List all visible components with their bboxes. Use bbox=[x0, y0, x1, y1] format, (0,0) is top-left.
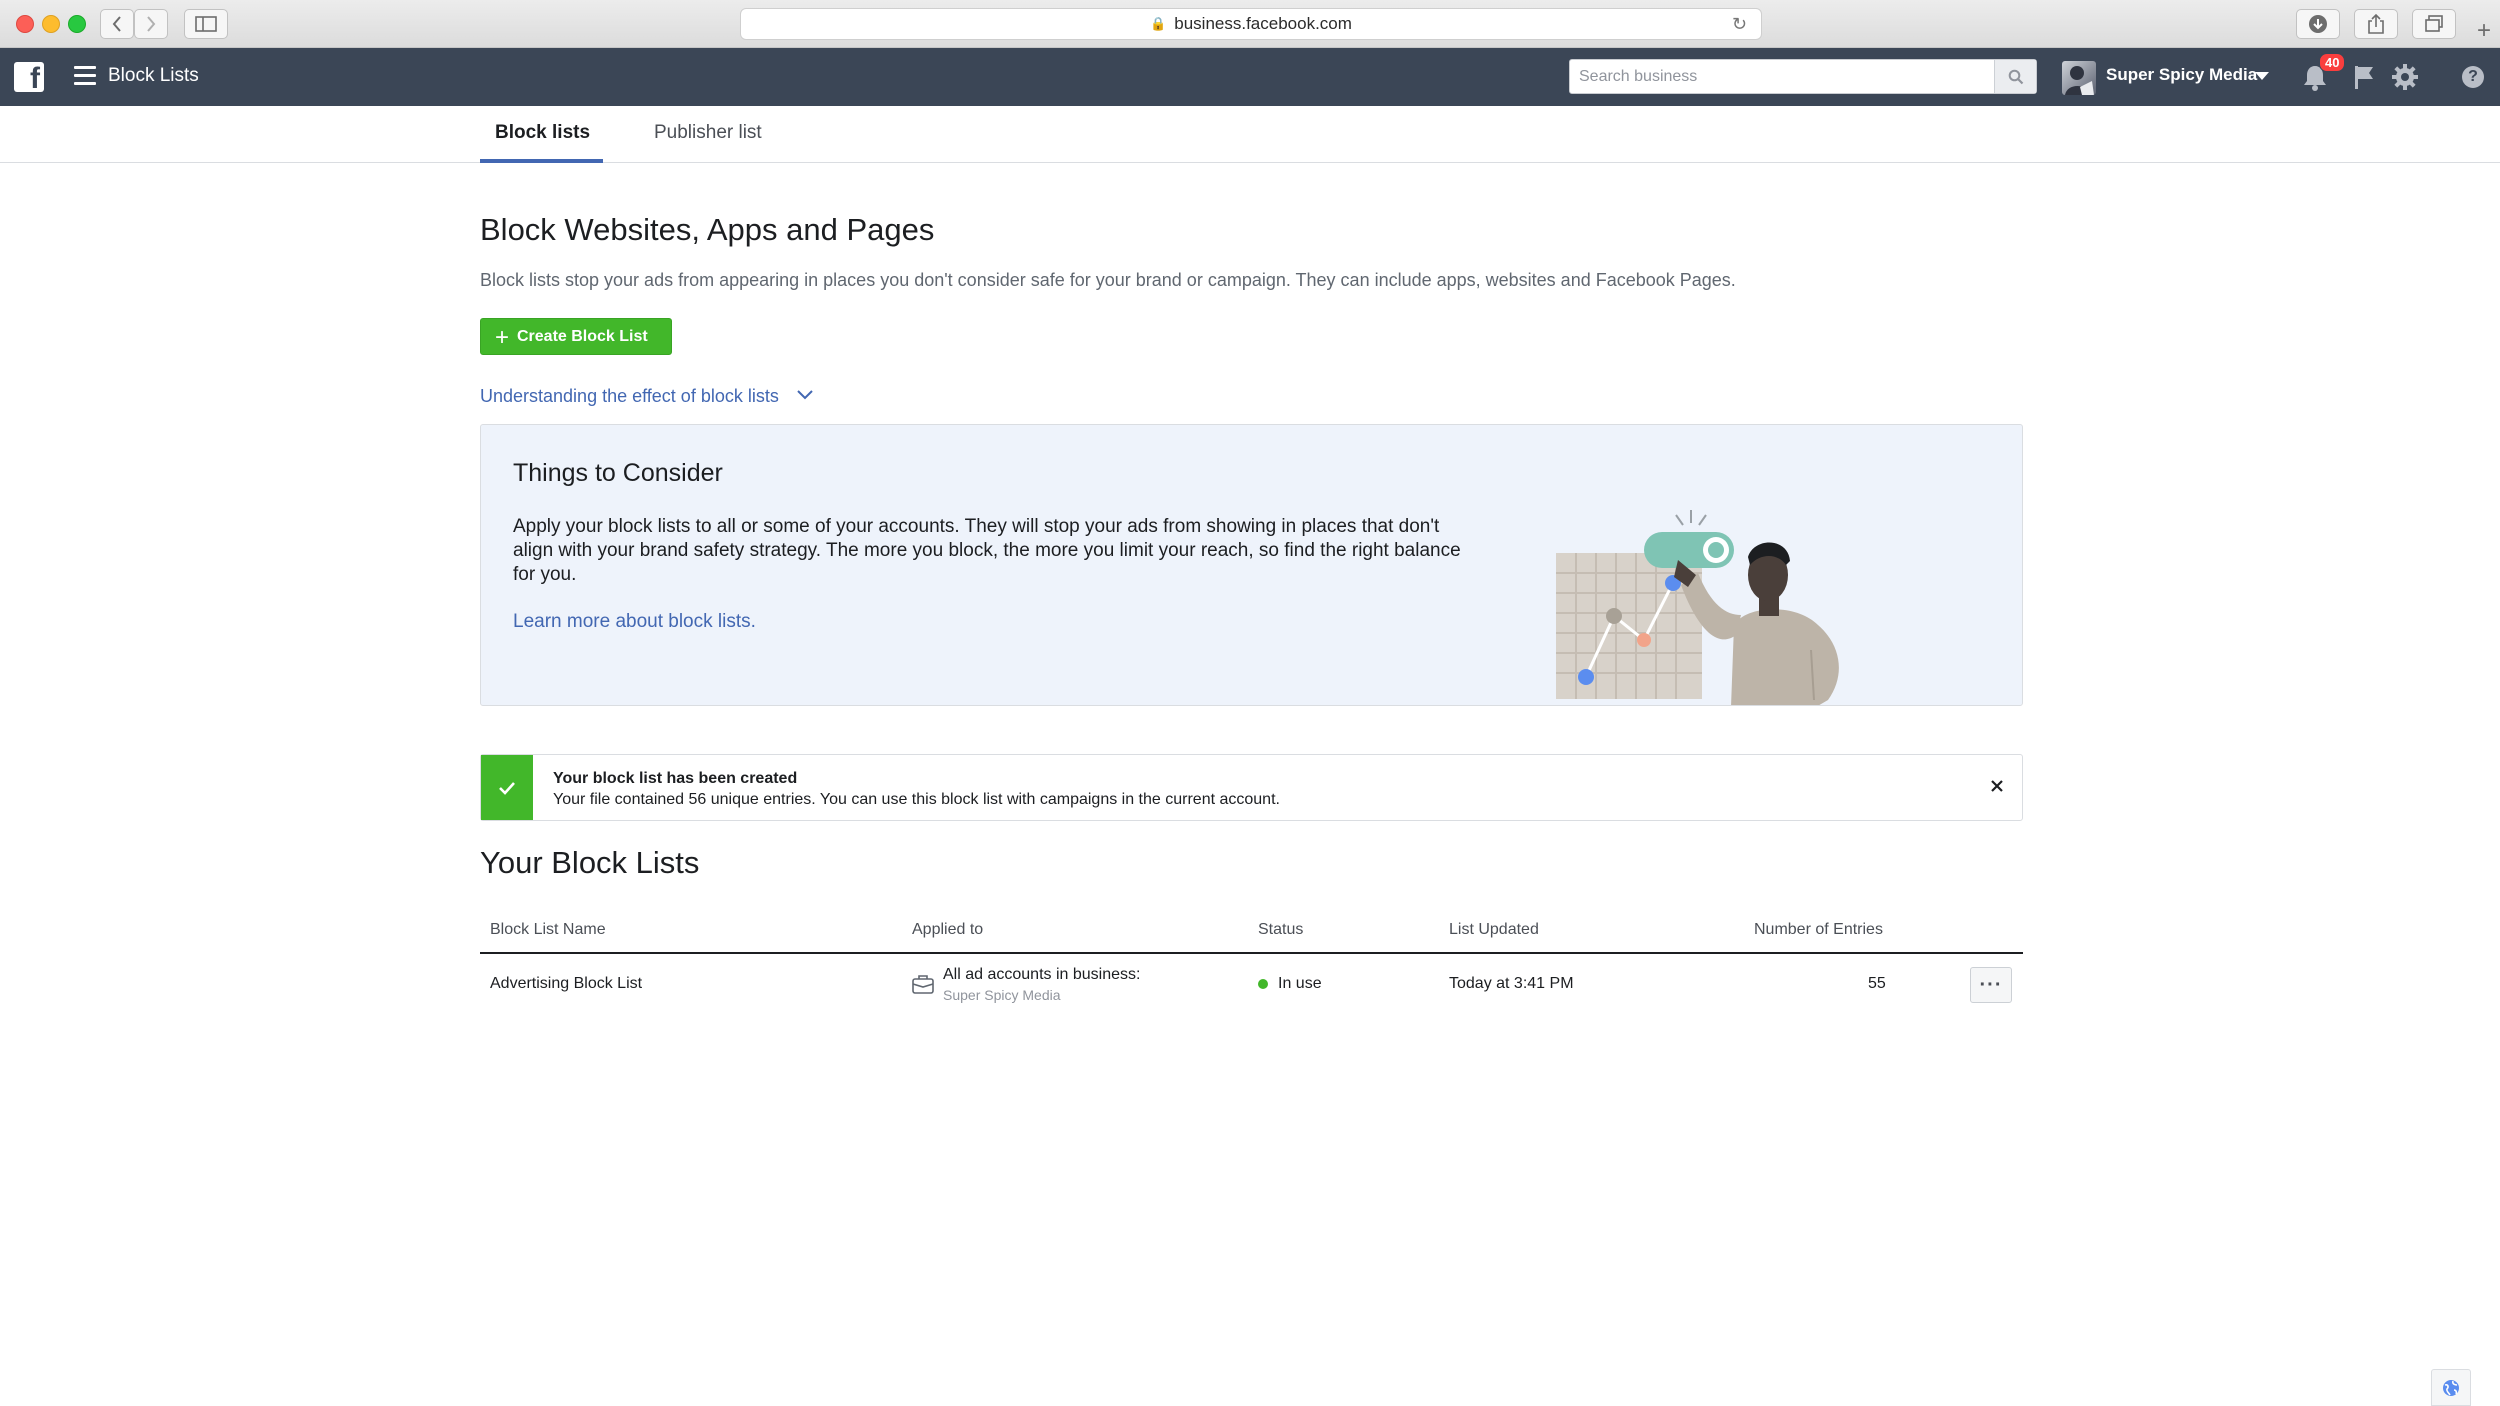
more-options-icon: ··· bbox=[1979, 973, 2003, 996]
tab-bar: Block lists Publisher list bbox=[0, 106, 2500, 163]
window-zoom-button[interactable] bbox=[68, 15, 86, 33]
back-button[interactable] bbox=[100, 9, 134, 39]
search-box bbox=[1569, 59, 2037, 94]
tab-block-lists[interactable]: Block lists bbox=[495, 122, 590, 144]
page-section-title: Block Lists bbox=[108, 65, 199, 86]
number-of-entries: 55 bbox=[1868, 975, 1886, 992]
search-input[interactable] bbox=[1570, 60, 1990, 93]
success-notification: Your block list has been created Your fi… bbox=[480, 754, 2023, 821]
column-header-list-updated[interactable]: List Updated bbox=[1449, 921, 1539, 939]
column-header-name[interactable]: Block List Name bbox=[490, 921, 606, 939]
chevron-left-icon bbox=[112, 16, 121, 32]
notification-count-badge: 40 bbox=[2319, 53, 2346, 72]
table-header-divider bbox=[480, 952, 2023, 954]
status-dot-icon bbox=[1258, 979, 1268, 989]
block-lists-title: Your Block Lists bbox=[480, 845, 700, 880]
sidebar-icon bbox=[195, 16, 217, 32]
tabs-overview-button[interactable] bbox=[2412, 9, 2456, 39]
chevron-down-icon[interactable] bbox=[796, 388, 814, 402]
help-icon: ? bbox=[2468, 68, 2478, 85]
chevron-right-icon bbox=[147, 16, 156, 32]
notification-title: Your block list has been created bbox=[553, 770, 798, 787]
sidebar-toggle-button[interactable] bbox=[184, 9, 228, 39]
globe-icon bbox=[2443, 1379, 2459, 1396]
close-icon bbox=[1991, 780, 2003, 792]
list-updated: Today at 3:41 PM bbox=[1449, 975, 1574, 992]
page-description: Block lists stop your ads from appearing… bbox=[480, 270, 1736, 290]
column-header-status[interactable]: Status bbox=[1258, 921, 1303, 939]
row-actions-button[interactable]: ··· bbox=[1970, 967, 2012, 1003]
url-text: business.facebook.com bbox=[1174, 14, 1352, 33]
create-block-list-button[interactable]: + Create Block List bbox=[480, 318, 672, 355]
reload-icon[interactable]: ↻ bbox=[1732, 14, 1747, 35]
things-to-consider-panel: Things to Consider Apply your block list… bbox=[480, 424, 2023, 706]
address-bar[interactable]: 🔒 business.facebook.com ↻ bbox=[740, 8, 1762, 40]
applied-to-text: All ad accounts in business: bbox=[943, 966, 1141, 983]
search-button[interactable] bbox=[1994, 60, 2036, 93]
help-button[interactable]: ? bbox=[2462, 66, 2484, 88]
menu-icon[interactable] bbox=[74, 66, 96, 88]
close-notification-button[interactable] bbox=[1984, 773, 2010, 799]
new-tab-button[interactable]: + bbox=[2470, 16, 2498, 46]
learn-more-link[interactable]: Learn more about block lists. bbox=[513, 611, 756, 633]
avatar[interactable] bbox=[2062, 61, 2096, 95]
plus-icon: + bbox=[495, 324, 510, 351]
column-header-number-of-entries[interactable]: Number of Entries bbox=[1754, 921, 1883, 939]
person-toggle-illustration-icon bbox=[1556, 510, 1839, 705]
share-button[interactable] bbox=[2354, 9, 2398, 39]
flag-button[interactable] bbox=[2352, 64, 2380, 92]
understanding-effect-link[interactable]: Understanding the effect of block lists bbox=[480, 386, 779, 407]
settings-button[interactable] bbox=[2390, 62, 2422, 94]
column-header-applied-to[interactable]: Applied to bbox=[912, 921, 983, 939]
search-icon bbox=[2008, 69, 2023, 84]
window-minimize-button[interactable] bbox=[42, 15, 60, 33]
flag-icon bbox=[2355, 66, 2373, 89]
active-tab-indicator bbox=[480, 159, 603, 163]
consider-title: Things to Consider bbox=[513, 459, 723, 487]
gear-icon bbox=[2392, 64, 2418, 90]
applied-to-business: Super Spicy Media bbox=[943, 987, 1061, 1003]
share-icon bbox=[2368, 13, 2384, 34]
forward-button[interactable] bbox=[134, 9, 168, 39]
business-top-bar: f Block Lists Super Spicy Media 40 ? bbox=[0, 48, 2500, 106]
caret-down-icon[interactable] bbox=[2255, 72, 2269, 80]
download-icon bbox=[2309, 15, 2327, 33]
window-close-button[interactable] bbox=[16, 15, 34, 33]
facebook-logo-icon[interactable]: f bbox=[14, 62, 44, 92]
page-title: Block Websites, Apps and Pages bbox=[480, 212, 935, 247]
account-switcher[interactable]: Super Spicy Media bbox=[2106, 65, 2257, 85]
checkmark-icon bbox=[481, 755, 533, 820]
language-button[interactable] bbox=[2431, 1369, 2471, 1406]
plus-icon: + bbox=[2476, 17, 2491, 44]
block-list-name[interactable]: Advertising Block List bbox=[490, 975, 642, 993]
browser-toolbar: 🔒 business.facebook.com ↻ + bbox=[0, 0, 2500, 48]
briefcase-icon bbox=[912, 975, 934, 994]
status-badge: In use bbox=[1278, 975, 1322, 992]
notification-message: Your file contained 56 unique entries. Y… bbox=[553, 791, 1280, 808]
tab-publisher-list[interactable]: Publisher list bbox=[654, 122, 762, 144]
tabs-icon bbox=[2425, 15, 2443, 32]
lock-icon: 🔒 bbox=[1150, 16, 1167, 31]
downloads-button[interactable] bbox=[2296, 9, 2340, 39]
create-block-list-label: Create Block List bbox=[517, 327, 648, 345]
consider-body: Apply your block lists to all or some of… bbox=[513, 516, 1461, 585]
